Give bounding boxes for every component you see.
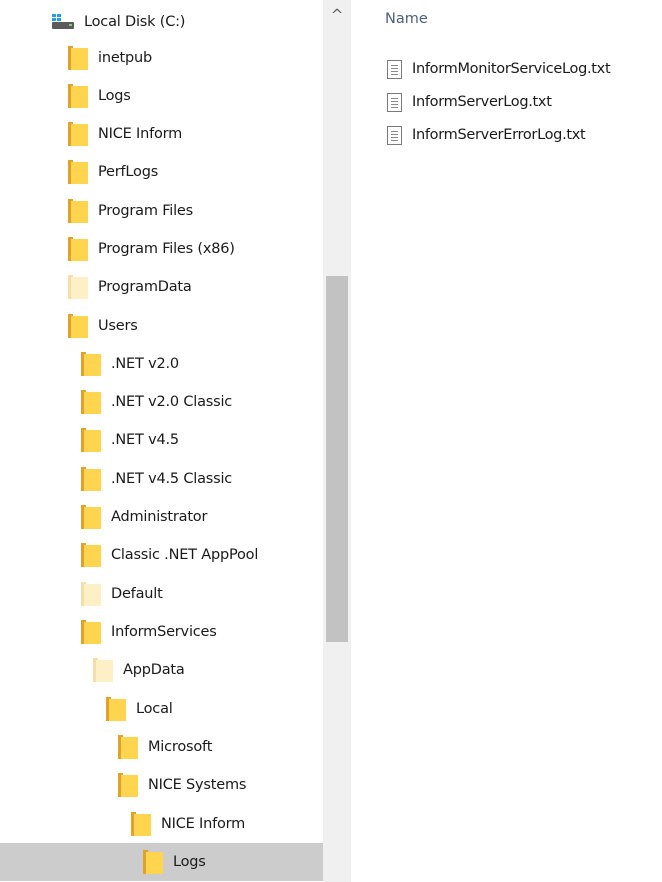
drive-icon <box>50 13 74 31</box>
folder-icon <box>68 314 88 338</box>
file-name: InformMonitorServiceLog.txt <box>412 61 611 77</box>
tree-item-label: PerfLogs <box>98 164 159 180</box>
tree-item-label: .NET v4.5 <box>111 432 179 448</box>
file-item-inform-server-error-log[interactable]: InformServerErrorLog.txt <box>387 122 586 148</box>
nav-pane-scrollbar[interactable]: ^ <box>323 0 351 882</box>
tree-item-net-v4-5-classic[interactable]: .NET v4.5 Classic <box>0 460 323 498</box>
tree-item-nice-inform[interactable]: NICE Inform <box>0 115 323 153</box>
file-name: InformServerErrorLog.txt <box>412 127 586 143</box>
file-name: InformServerLog.txt <box>412 94 552 110</box>
file-explorer-window: Local Disk (C:) inetpub Logs NICE Inform… <box>0 0 662 882</box>
folder-icon <box>68 122 88 146</box>
tree-item-microsoft[interactable]: Microsoft <box>0 728 323 766</box>
tree-item-label: .NET v2.0 <box>111 356 179 372</box>
tree-item-label: Administrator <box>111 509 208 525</box>
tree-item-informservices[interactable]: InformServices <box>0 613 323 651</box>
folder-icon <box>81 428 101 452</box>
tree-item-label: Default <box>111 586 163 602</box>
tree-item-label: Program Files <box>98 203 194 219</box>
folder-icon <box>118 773 138 797</box>
tree-item-label: NICE Inform <box>161 816 246 832</box>
folder-icon <box>68 199 88 223</box>
tree-item-users[interactable]: Users <box>0 307 323 345</box>
folder-icon <box>81 582 101 606</box>
tree-item-label: Microsoft <box>148 739 213 755</box>
tree-item-net-v4-5[interactable]: .NET v4.5 <box>0 421 323 459</box>
folder-icon <box>81 620 101 644</box>
tree-item-label: Users <box>98 318 138 334</box>
tree-item-label: NICE Systems <box>148 777 247 793</box>
tree-item-appdata[interactable]: AppData <box>0 651 323 689</box>
tree-item-label: Logs <box>173 854 206 870</box>
tree-item-net-v2-0-classic[interactable]: .NET v2.0 Classic <box>0 383 323 421</box>
folder-icon <box>118 735 138 759</box>
folder-icon <box>81 467 101 491</box>
tree-item-default[interactable]: Default <box>0 575 323 613</box>
column-header-name[interactable]: Name <box>385 11 428 27</box>
tree-item-label: Local <box>136 701 173 717</box>
folder-icon <box>131 812 151 836</box>
folder-icon <box>106 697 126 721</box>
tree-item-label: InformServices <box>111 624 217 640</box>
file-list-pane: Name InformMonitorServiceLog.txt InformS… <box>351 0 662 882</box>
navigation-pane: Local Disk (C:) inetpub Logs NICE Inform… <box>0 0 323 882</box>
file-item-inform-monitor-service-log[interactable]: InformMonitorServiceLog.txt <box>387 56 611 82</box>
folder-icon <box>68 84 88 108</box>
tree-item-net-v2-0[interactable]: .NET v2.0 <box>0 345 323 383</box>
tree-item-nice-inform-sub[interactable]: NICE Inform <box>0 805 323 843</box>
chevron-up-icon: ^ <box>330 6 344 24</box>
tree-item-perflogs[interactable]: PerfLogs <box>0 153 323 191</box>
tree-item-local-disk[interactable]: Local Disk (C:) <box>0 3 323 41</box>
folder-icon <box>68 46 88 70</box>
folder-icon <box>68 275 88 299</box>
tree-item-label: .NET v2.0 Classic <box>111 394 233 410</box>
folder-icon <box>68 160 88 184</box>
folder-icon <box>81 352 101 376</box>
tree-item-label: AppData <box>123 662 185 678</box>
tree-item-inetpub[interactable]: inetpub <box>0 39 323 77</box>
tree-item-program-files[interactable]: Program Files <box>0 192 323 230</box>
text-file-icon <box>387 92 402 112</box>
tree-item-label: NICE Inform <box>98 126 183 142</box>
folder-icon <box>81 543 101 567</box>
folder-icon <box>81 505 101 529</box>
folder-icon <box>93 658 113 682</box>
folder-icon <box>68 237 88 261</box>
file-item-inform-server-log[interactable]: InformServerLog.txt <box>387 89 552 115</box>
tree-item-label: Program Files (x86) <box>98 241 235 257</box>
tree-item-label: .NET v4.5 Classic <box>111 471 233 487</box>
tree-item-logs[interactable]: Logs <box>0 77 323 115</box>
folder-icon <box>143 850 163 874</box>
text-file-icon <box>387 125 402 145</box>
tree-item-local[interactable]: Local <box>0 690 323 728</box>
tree-item-label: Local Disk (C:) <box>84 14 186 30</box>
tree-item-logs-selected[interactable]: Logs <box>0 843 323 881</box>
folder-icon <box>81 390 101 414</box>
tree-item-nice-systems[interactable]: NICE Systems <box>0 766 323 804</box>
text-file-icon <box>387 59 402 79</box>
tree-item-label: inetpub <box>98 50 153 66</box>
scroll-thumb[interactable] <box>326 276 348 642</box>
tree-item-administrator[interactable]: Administrator <box>0 498 323 536</box>
tree-item-programdata[interactable]: ProgramData <box>0 268 323 306</box>
tree-item-label: Logs <box>98 88 131 104</box>
tree-item-label: Classic .NET AppPool <box>111 547 259 563</box>
tree-item-label: ProgramData <box>98 279 192 295</box>
scroll-up-button[interactable]: ^ <box>323 0 351 30</box>
tree-item-program-files-x86[interactable]: Program Files (x86) <box>0 230 323 268</box>
tree-item-classic-net-apppool[interactable]: Classic .NET AppPool <box>0 536 323 574</box>
